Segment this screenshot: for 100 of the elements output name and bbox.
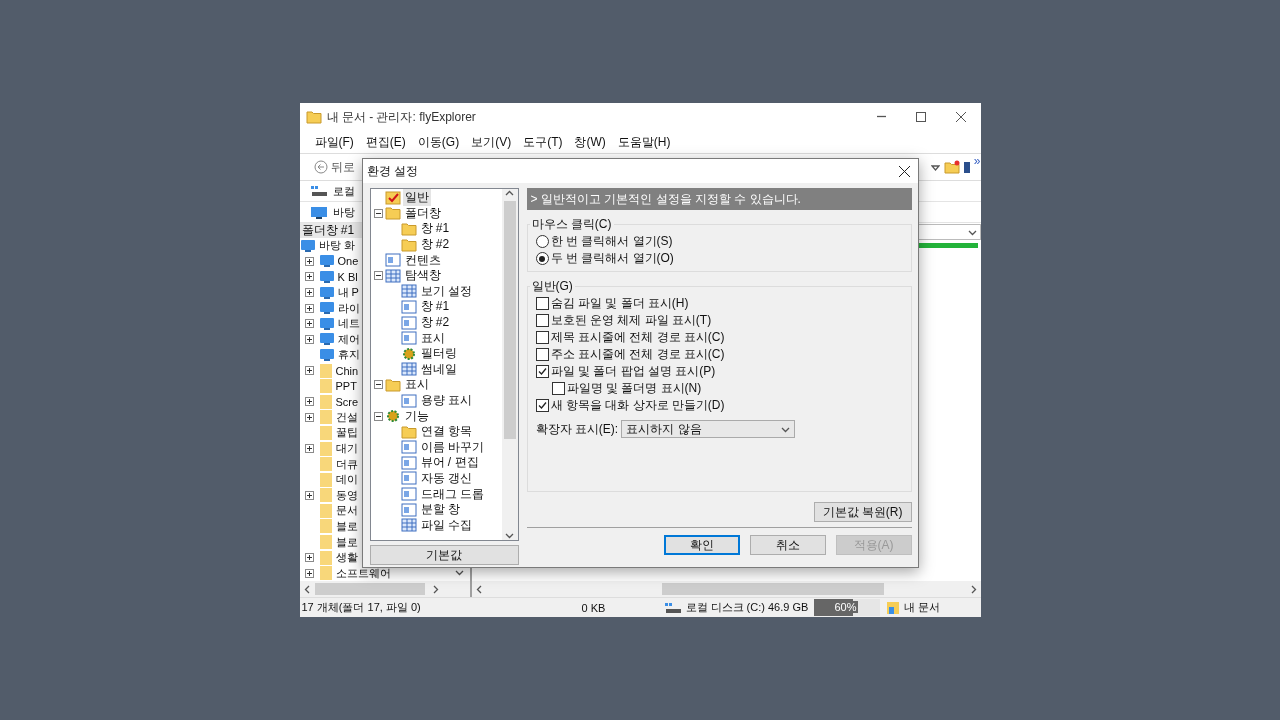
dropdown[interactable]: 표시하지 않음 [621, 420, 796, 438]
menu-item[interactable]: 창(W) [573, 131, 607, 153]
expand-toggle[interactable] [304, 319, 314, 329]
tree-item[interactable]: 생활 [335, 550, 358, 566]
tree-item[interactable]: 폴더창 [402, 204, 443, 222]
collapse-toggle[interactable] [373, 271, 383, 281]
menu-item[interactable]: 이동(G) [416, 131, 461, 153]
panel-icon [400, 315, 417, 330]
collapse-toggle[interactable] [373, 380, 383, 390]
scroll-down-icon[interactable] [505, 531, 514, 540]
tree-item[interactable]: 창 #1 [418, 298, 452, 316]
expand-toggle[interactable] [304, 288, 314, 298]
tree-item[interactable]: 파일 수집 [418, 516, 474, 534]
checkbox[interactable] [535, 348, 549, 361]
tree-item[interactable]: 문서 [335, 503, 358, 519]
new-folder-icon [943, 160, 960, 174]
scrollbar-thumb[interactable] [314, 583, 425, 595]
radio-button[interactable] [535, 252, 549, 265]
tree-item[interactable]: 더큐 [335, 456, 358, 472]
tree-item[interactable]: 휴지 [337, 347, 360, 363]
dialog-button[interactable]: 취소 [749, 535, 826, 555]
tree-item[interactable]: 블로 [335, 519, 358, 534]
tree-item[interactable]: 기능 [402, 407, 431, 425]
checkbox[interactable] [535, 331, 549, 344]
folder-icon [318, 487, 333, 504]
defaults-button[interactable]: 기본값 [369, 545, 519, 565]
expand-toggle[interactable] [304, 256, 314, 266]
menu-item[interactable]: 보기(V) [470, 131, 513, 153]
expand-toggle[interactable] [304, 334, 314, 344]
restore-defaults-button[interactable]: 기본값 복원(R) [813, 502, 912, 522]
expand-toggle[interactable] [304, 412, 314, 422]
collapse-toggle[interactable] [373, 208, 383, 218]
expand-toggle[interactable] [304, 366, 314, 376]
tree-item[interactable]: 보기 설정 [418, 282, 474, 300]
panel-icon [400, 393, 417, 408]
expand-toggle[interactable] [304, 303, 314, 313]
collapse-toggle[interactable] [373, 411, 383, 421]
tile-icon [318, 270, 335, 284]
tree-item[interactable]: 데이 [335, 472, 358, 488]
tree-item[interactable]: 자동 갱신 [418, 470, 474, 487]
menu-item[interactable]: 도움말(H) [616, 131, 672, 153]
scroll-down-icon[interactable] [454, 568, 464, 577]
expand-toggle[interactable] [304, 568, 314, 578]
tree-item[interactable]: Chin [335, 364, 359, 377]
checkbox[interactable] [551, 382, 565, 395]
scrollbar-thumb[interactable] [661, 583, 884, 595]
expand-toggle[interactable] [304, 272, 314, 282]
scroll-left-icon[interactable] [474, 584, 484, 594]
overflow-chevron[interactable]: » [973, 154, 981, 168]
tree-item[interactable]: 일반 [402, 189, 431, 207]
tree-item[interactable]: 뷰어 / 편집 [418, 454, 481, 472]
tree-item[interactable]: K Bl [337, 271, 358, 283]
checkbox[interactable] [535, 399, 549, 412]
tree-item[interactable]: 표시 [402, 376, 431, 394]
tree-item[interactable]: 컨텐츠 [402, 251, 443, 269]
tree-item[interactable]: 꿀팁 [335, 425, 358, 441]
tree-item[interactable]: 드래그 드롭 [418, 485, 486, 503]
expand-toggle[interactable] [304, 444, 314, 453]
tree-item[interactable]: 바탕 화 [318, 238, 355, 254]
checkbox[interactable] [535, 297, 549, 310]
tree-item[interactable]: 표시 [418, 329, 447, 347]
tree-item[interactable]: 용량 표시 [418, 392, 474, 409]
tree-item[interactable]: One [337, 255, 359, 268]
tree-item[interactable]: 동영 [335, 487, 358, 503]
tree-item[interactable]: 건설 [335, 409, 358, 425]
tree-item[interactable]: 썸네일 [418, 360, 459, 378]
tree-item[interactable]: 소프트웨어 [335, 565, 391, 581]
caret-icon[interactable] [930, 162, 940, 172]
expand-toggle[interactable] [304, 490, 314, 500]
radio-button[interactable] [535, 235, 549, 248]
tree-item[interactable]: 분할 창 [418, 501, 462, 519]
scroll-left-icon[interactable] [302, 584, 312, 594]
tree-item[interactable]: 내 P [337, 285, 359, 301]
tree-item[interactable]: PPT [335, 380, 357, 393]
tree-item[interactable]: Scre [335, 395, 359, 408]
scrollbar-thumb[interactable] [503, 201, 516, 439]
address-label[interactable]: 바탕 [332, 204, 355, 220]
scroll-up-icon[interactable] [505, 189, 514, 198]
tree-item[interactable]: 라이 [337, 300, 360, 316]
tree-item[interactable]: 필터링 [418, 345, 459, 363]
tree-item[interactable]: 창 #2 [418, 236, 452, 254]
dialog-button[interactable]: 확인 [663, 535, 740, 555]
tree-item[interactable]: 제어 [337, 331, 360, 347]
tree-item[interactable]: 블로 [335, 534, 358, 550]
address-label[interactable]: 로컬 [332, 183, 355, 199]
menu-item[interactable]: 파일(F) [313, 131, 355, 153]
expand-toggle[interactable] [304, 397, 314, 407]
menu-item[interactable]: 도구(T) [522, 131, 564, 153]
menu-item[interactable]: 편집(E) [364, 131, 407, 153]
back-button[interactable]: 뒤로 [313, 158, 355, 176]
checkbox[interactable] [535, 365, 549, 378]
tree-item[interactable]: 탐색창 [402, 267, 443, 285]
tree-item[interactable]: 이름 바꾸기 [418, 438, 486, 456]
tree-item[interactable]: 연결 항목 [418, 423, 474, 441]
tree-item[interactable]: 네트 [337, 316, 360, 332]
tree-item[interactable]: 대기 [335, 441, 358, 456]
checkbox[interactable] [535, 314, 549, 327]
expand-toggle[interactable] [304, 553, 314, 563]
tree-item[interactable]: 창 #1 [418, 220, 452, 238]
tree-item[interactable]: 창 #2 [418, 314, 452, 332]
